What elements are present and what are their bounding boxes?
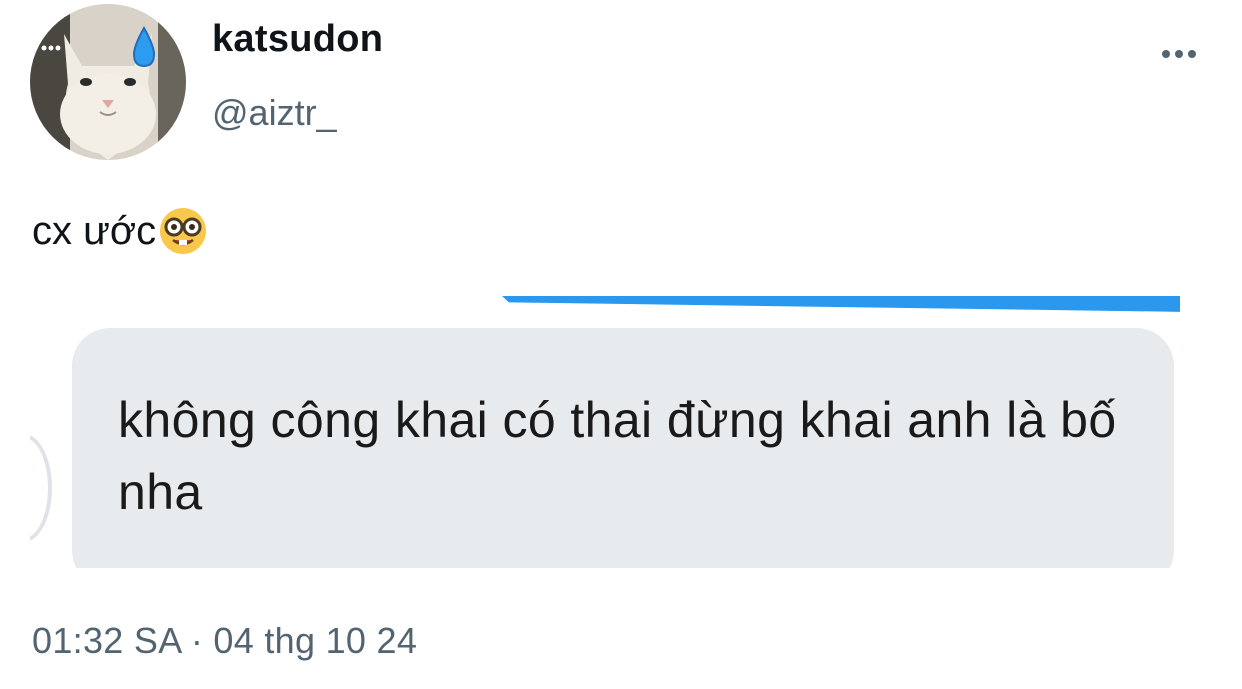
- chat-avatar-partial: [30, 434, 52, 542]
- nerd-face-icon: [160, 208, 207, 254]
- tweet-timestamp[interactable]: 01:32 SA · 04 thg 10 24: [32, 620, 417, 662]
- blue-message-bubble-edge: [502, 296, 1180, 312]
- cat-avatar-icon: [30, 4, 186, 160]
- user-handle[interactable]: @aiztr_: [212, 92, 337, 134]
- tweet-text-content: cx ước: [32, 208, 157, 253]
- display-name[interactable]: katsudon: [212, 18, 383, 61]
- message-text: không công khai có thai đừng khai anh là…: [118, 392, 1117, 520]
- tweet-media[interactable]: không công khai có thai đừng khai anh là…: [30, 296, 1180, 568]
- tweet-text: cx ước: [32, 206, 208, 256]
- more-horizontal-icon: [1162, 50, 1196, 58]
- avatar[interactable]: [30, 4, 186, 160]
- more-options-button[interactable]: [1152, 36, 1206, 72]
